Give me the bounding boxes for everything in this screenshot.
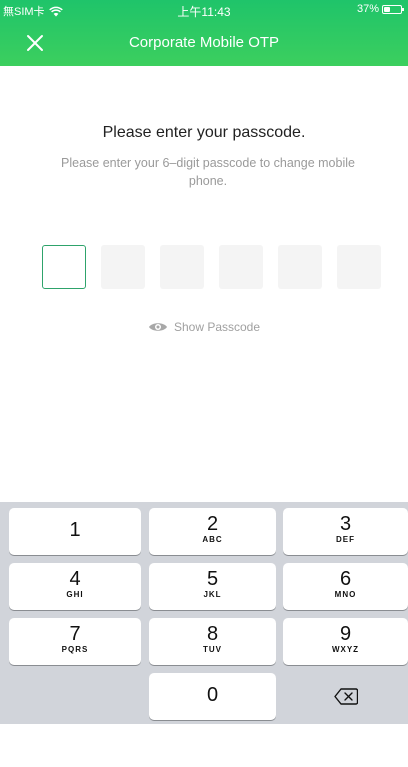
- key-8[interactable]: 8 TUV: [149, 618, 276, 665]
- key-9[interactable]: 9 WXYZ: [283, 618, 408, 665]
- eye-icon: [148, 323, 167, 331]
- show-passcode-toggle[interactable]: Show Passcode: [0, 320, 408, 334]
- key-digit: 9: [339, 623, 352, 645]
- passcode-subtext: Please enter your 6–digit passcode to ch…: [61, 156, 355, 188]
- app-header: 無SIM卡 上午11:43 37% Corporate Mobile OTP: [0, 0, 408, 66]
- passcode-digit-box[interactable]: [101, 245, 145, 289]
- status-time: 上午11:43: [177, 5, 231, 19]
- key-1[interactable]: 1: [9, 508, 141, 555]
- key-4[interactable]: 4 GHI: [9, 563, 141, 610]
- passcode-digit-box[interactable]: [160, 245, 204, 289]
- passcode-digit-box[interactable]: [219, 245, 263, 289]
- key-letters: DEF: [336, 535, 355, 544]
- passcode-digit-box[interactable]: [278, 245, 322, 289]
- key-letters: WXYZ: [331, 645, 360, 654]
- passcode-input[interactable]: [42, 245, 383, 289]
- backspace-key[interactable]: [283, 673, 408, 720]
- key-digit: 7: [69, 623, 81, 645]
- key-6[interactable]: 6 MNO: [283, 563, 408, 610]
- key-digit: 4: [69, 568, 81, 590]
- key-5[interactable]: 5 JKL: [149, 563, 276, 610]
- passcode-digit-box[interactable]: [42, 245, 86, 289]
- status-bar: 無SIM卡 上午11:43 37%: [0, 0, 408, 20]
- battery-fill: [384, 6, 390, 12]
- battery-percent: 37%: [356, 3, 379, 15]
- battery-icon: [382, 4, 404, 14]
- key-letters: GHI: [66, 590, 84, 599]
- status-right: 37%: [356, 3, 404, 15]
- key-digit: 5: [206, 568, 219, 590]
- key-0[interactable]: 0: [149, 673, 276, 720]
- key-digit: 6: [339, 568, 352, 590]
- key-letters: PQRS: [61, 645, 89, 654]
- key-2[interactable]: 2 ABC: [149, 508, 276, 555]
- key-digit: 8: [206, 623, 219, 645]
- page-title: Corporate Mobile OTP: [128, 34, 280, 51]
- key-blank: [9, 673, 141, 720]
- backspace-icon: [333, 688, 358, 705]
- key-letters: ABC: [202, 535, 223, 544]
- key-7[interactable]: 7 PQRS: [9, 618, 141, 665]
- key-digit: 0: [206, 684, 219, 706]
- key-letters: MNO: [334, 590, 357, 599]
- key-letters: TUV: [203, 645, 222, 654]
- key-digit: 3: [339, 513, 352, 535]
- key-3[interactable]: 3 DEF: [283, 508, 408, 555]
- show-passcode-label: Show Passcode: [173, 320, 261, 334]
- key-letters: JKL: [203, 590, 222, 599]
- key-digit: 1: [69, 519, 81, 541]
- numeric-keypad: 1 2 ABC 3 DEF 4 GHI 5 JKL 6 MNO 7 PQRS 8…: [0, 502, 408, 724]
- passcode-heading: Please enter your passcode.: [102, 124, 306, 141]
- passcode-digit-box[interactable]: [337, 245, 381, 289]
- key-digit: 2: [206, 513, 219, 535]
